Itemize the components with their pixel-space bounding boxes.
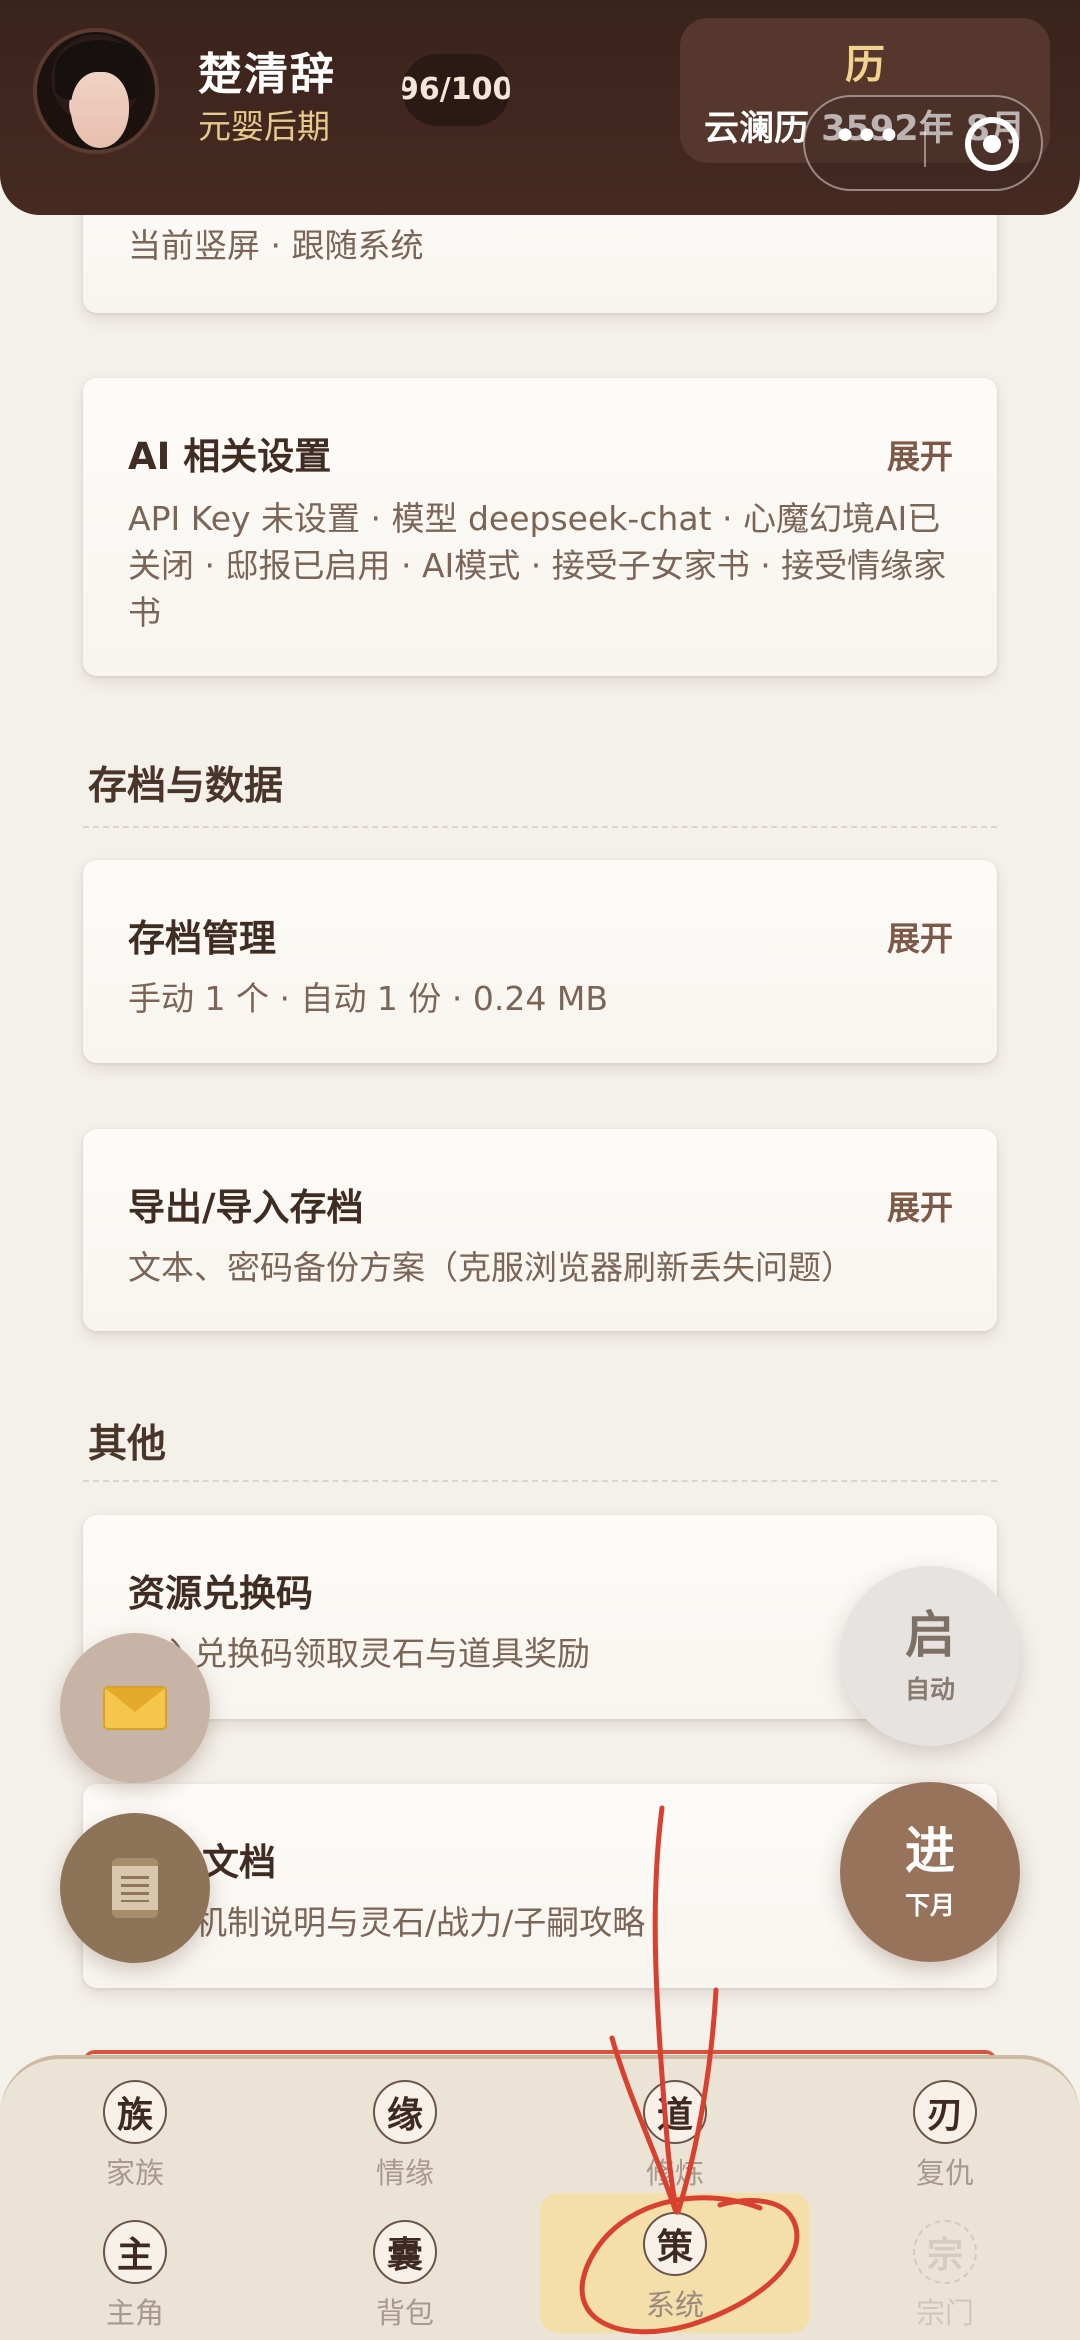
redeem-code-title: 资源兑换码 [128, 1572, 313, 1615]
section-divider [83, 826, 997, 828]
nav-glyph: 族 [103, 2080, 167, 2144]
auto-advance-label: 自动 [904, 1675, 955, 1704]
nav-label: 家族 [105, 2156, 164, 2190]
save-manage-expand-button[interactable]: 展开 [887, 912, 953, 960]
hero-name: 楚清辞 [198, 49, 336, 100]
hero-realm: 元婴后期 [198, 107, 330, 146]
nav-item-sect[interactable]: 宗 宗门 [845, 2220, 1045, 2340]
nav-item-bag[interactable]: 囊 背包 [305, 2220, 505, 2340]
auto-advance-glyph: 启 [905, 1606, 955, 1664]
mini-program-capsule: ••• [803, 95, 1043, 191]
section-title-other: 其他 [88, 1422, 167, 1467]
nav-label: 系统 [645, 2288, 704, 2322]
nav-glyph: 囊 [373, 2220, 437, 2284]
export-import-desc: 文本、密码备份方案（克服浏览器刷新丢失问题） [128, 1248, 854, 1287]
calendar-icon: 历 [845, 42, 885, 88]
nav-label: 主角 [105, 2296, 164, 2330]
nav-item-romance[interactable]: 缘 情缘 [305, 2080, 505, 2210]
export-import-expand-button[interactable]: 展开 [887, 1181, 953, 1229]
more-icon[interactable]: ••• [805, 97, 925, 189]
mail-icon [103, 1686, 167, 1730]
ai-settings-title: AI 相关设置 [128, 435, 332, 478]
nav-item-revenge[interactable]: 刃 复仇 [845, 2080, 1045, 2210]
section-divider [83, 1480, 997, 1482]
exp-counter: 96/1000 [402, 54, 510, 126]
save-manage-title: 存档管理 [128, 917, 276, 960]
save-manage-desc: 手动 1 个 · 自动 1 份 · 0.24 MB [128, 979, 608, 1018]
nav-glyph: 刃 [913, 2080, 977, 2144]
next-month-glyph: 进 [905, 1822, 955, 1880]
nav-glyph: 策 [643, 2212, 707, 2276]
display-setting-desc: 当前竖屏 · 跟随系统 [128, 226, 424, 265]
next-month-label: 下月 [904, 1891, 955, 1920]
export-import-card[interactable]: 导出/导入存档 展开 文本、密码备份方案（克服浏览器刷新丢失问题） [83, 1129, 997, 1331]
redeem-code-desc: 输入兑换码领取灵石与道具奖励 [128, 1634, 590, 1673]
scroll-button[interactable] [60, 1813, 210, 1963]
ai-settings-expand-button[interactable]: 展开 [887, 430, 953, 478]
ai-settings-card[interactable]: AI 相关设置 展开 API Key 未设置 · 模型 deepseek-cha… [83, 378, 997, 676]
avatar-face [71, 72, 129, 148]
capsule-divider [924, 121, 926, 167]
ai-settings-desc: API Key 未设置 · 模型 deepseek-chat · 心魔幻境AI已… [128, 499, 947, 632]
scroll-icon [112, 1858, 158, 1918]
nav-item-family[interactable]: 族 家族 [35, 2080, 235, 2210]
save-manage-card[interactable]: 存档管理 展开 手动 1 个 · 自动 1 份 · 0.24 MB [83, 860, 997, 1063]
nav-item-cultivate[interactable]: 道 修炼 [575, 2080, 775, 2210]
top-header: 楚清辞 元婴后期 96/1000 历 云澜历 3592年 8月 ••• [0, 0, 1080, 215]
nav-label: 复仇 [915, 2156, 974, 2190]
auto-advance-button[interactable]: 启 自动 [840, 1566, 1020, 1746]
close-icon[interactable] [965, 117, 1019, 171]
nav-label: 宗门 [915, 2296, 974, 2330]
mail-button[interactable] [60, 1633, 210, 1783]
nav-item-system[interactable]: 策 系统 [575, 2212, 775, 2340]
nav-label: 修炼 [645, 2156, 704, 2190]
nav-label: 背包 [375, 2296, 434, 2330]
nav-glyph: 道 [643, 2080, 707, 2144]
nav-glyph: 缘 [373, 2080, 437, 2144]
nav-glyph: 主 [103, 2220, 167, 2284]
export-import-title: 导出/导入存档 [128, 1186, 364, 1229]
game-docs-desc: 查看机制说明与灵石/战力/子嗣攻略 [128, 1903, 646, 1942]
nav-item-protagonist[interactable]: 主 主角 [35, 2220, 235, 2340]
nav-label: 情缘 [375, 2156, 434, 2190]
nav-glyph: 宗 [913, 2220, 977, 2284]
section-title-archive: 存档与数据 [88, 764, 284, 809]
avatar[interactable] [33, 28, 159, 154]
next-month-button[interactable]: 进 下月 [840, 1782, 1020, 1962]
